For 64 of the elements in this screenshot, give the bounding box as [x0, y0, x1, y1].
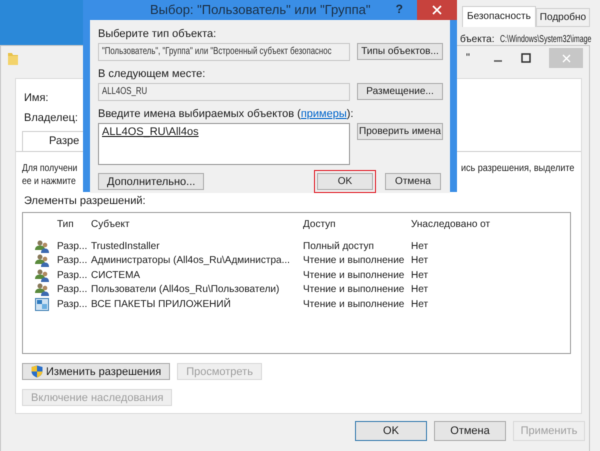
- dialog-button[interactable]: OK: [355, 421, 427, 441]
- table-cell: Разр...: [57, 270, 88, 281]
- dialog-button[interactable]: Отмена: [385, 173, 441, 190]
- table-cell: Нет: [411, 298, 428, 310]
- dialog-button[interactable]: Отмена: [434, 421, 506, 441]
- instruction-text: ее и нажмите: [22, 175, 76, 188]
- tab[interactable]: Безопасность: [462, 6, 536, 27]
- help-button[interactable]: ?: [396, 2, 403, 16]
- table-cell: Чтение и выполнение: [303, 298, 404, 310]
- table-cell: Пользователи (All4os_Ru\Пользователи): [91, 284, 280, 296]
- check-names-button[interactable]: Проверить имена: [357, 123, 443, 140]
- table-cell: Разр...: [57, 298, 88, 310]
- object-path: C:\Windows\System32\image: [500, 34, 591, 45]
- readonly-field: ALL4OS_RU: [98, 83, 350, 101]
- table-cell: Разр...: [57, 284, 88, 296]
- package-icon: [35, 298, 49, 311]
- instruction-text: ись разрешения, выделите: [461, 162, 574, 175]
- close-button[interactable]: [417, 0, 457, 20]
- column-header[interactable]: Субъект: [91, 218, 130, 230]
- window-title: ": [466, 52, 470, 64]
- name-label: Имя:: [23, 91, 48, 106]
- column-header[interactable]: Доступ: [303, 218, 336, 230]
- table-cell: Чтение и выполнение: [303, 284, 404, 296]
- table-cell: Чтение и выполнение: [303, 270, 404, 281]
- table-cell: Полный доступ: [303, 240, 374, 252]
- table-cell: Администраторы (All4os_Ru\Администра...: [91, 255, 290, 266]
- column-header[interactable]: Унаследовано от: [411, 218, 490, 230]
- owner-label: Владелец:: [23, 111, 78, 126]
- table-cell: Нет: [411, 255, 428, 266]
- object-label: бъекта:: [460, 34, 495, 45]
- table-cell: TrustedInstaller: [91, 240, 160, 252]
- folder-icon: [8, 52, 18, 64]
- table-cell: Нет: [411, 240, 428, 252]
- examples-link[interactable]: примеры: [300, 108, 347, 120]
- table-cell: СИСТЕМА: [91, 270, 140, 281]
- users-icon: [35, 240, 49, 253]
- users-icon: [35, 254, 49, 268]
- table-cell: Разр...: [57, 255, 88, 266]
- names-field[interactable]: ALL4OS_RU\All4os: [98, 123, 350, 165]
- users-icon: [35, 283, 49, 296]
- field-label: Выберите тип объекта:: [98, 27, 218, 42]
- permissions-label: Элементы разрешений:: [23, 194, 146, 209]
- field-label: В следующем месте:: [98, 67, 206, 82]
- advanced-button[interactable]: Дополнительно...: [98, 173, 204, 190]
- close-icon: [432, 5, 442, 15]
- shield-icon: [31, 365, 43, 378]
- maximize-icon[interactable]: [521, 53, 531, 63]
- tab[interactable]: Подробно: [536, 8, 590, 27]
- field-label: Введите имена выбираемых объектов (примеры):: [98, 107, 354, 122]
- dialog-button[interactable]: Типы объектов...: [357, 43, 443, 60]
- instruction-text: Для получени: [22, 162, 78, 175]
- dialog-button[interactable]: Размещение...: [357, 83, 443, 100]
- action-button[interactable]: Изменить разрешения: [22, 363, 170, 380]
- dialog-title: Выбор: "Пользователь" или "Группа": [150, 2, 370, 16]
- table-cell: Разр...: [57, 240, 88, 252]
- table-cell: Чтение и выполнение: [303, 255, 404, 266]
- column-header[interactable]: Тип: [57, 218, 74, 230]
- close-icon: [562, 54, 570, 62]
- table-cell: Нет: [411, 284, 428, 296]
- table-cell: Нет: [411, 270, 428, 281]
- dialog-button[interactable]: OK: [317, 173, 373, 190]
- readonly-field: "Пользователь", "Группа" или "Встроенный субъект безопаснос: [98, 43, 350, 61]
- users-icon: [35, 268, 49, 282]
- table-cell: ВСЕ ПАКЕТЫ ПРИЛОЖЕНИЙ: [91, 298, 231, 310]
